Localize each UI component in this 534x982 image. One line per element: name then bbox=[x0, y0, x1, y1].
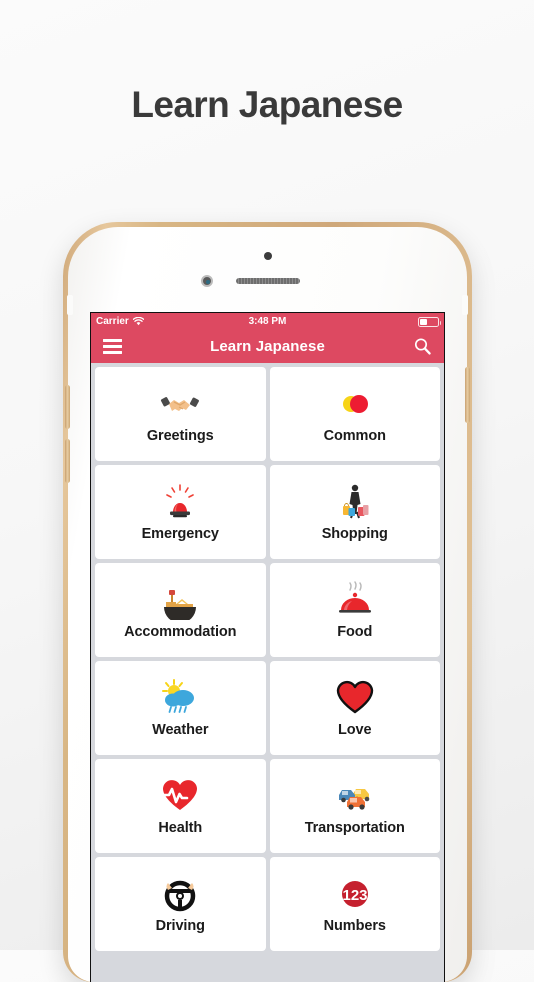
battery-icon bbox=[418, 316, 442, 327]
earpiece-speaker-icon bbox=[235, 278, 300, 284]
shopping-bags-icon bbox=[335, 482, 375, 522]
heart-pulse-icon bbox=[160, 776, 200, 816]
app-nav-bar: Learn Japanese bbox=[91, 330, 444, 363]
antenna-band-left bbox=[67, 295, 73, 315]
category-label: Transportation bbox=[304, 820, 405, 836]
category-label: Food bbox=[337, 624, 373, 640]
category-label: Weather bbox=[152, 722, 209, 738]
category-card-numbers[interactable]: 123 Numbers bbox=[269, 857, 440, 951]
category-label: Driving bbox=[155, 918, 205, 934]
phone-device: Carrier 3:48 PM Learn Japanese Greetings… bbox=[63, 222, 472, 982]
category-label: Love bbox=[338, 722, 372, 738]
category-label: Greetings bbox=[146, 428, 214, 444]
antenna-band-right bbox=[462, 295, 468, 315]
category-card-shopping[interactable]: Shopping bbox=[269, 465, 440, 559]
category-grid: Greetings Common Emergency Shopping Accommod… bbox=[91, 363, 444, 951]
category-label: Health bbox=[158, 820, 203, 836]
category-label: Shopping bbox=[321, 526, 388, 542]
hamburger-menu-icon[interactable] bbox=[103, 339, 122, 354]
category-card-greetings[interactable]: Greetings bbox=[95, 367, 266, 461]
phone-body: Carrier 3:48 PM Learn Japanese Greetings… bbox=[65, 227, 470, 982]
handshake-icon bbox=[160, 384, 200, 424]
app-title: Learn Japanese bbox=[210, 338, 325, 355]
page-title: Learn Japanese bbox=[131, 84, 403, 125]
phone-screen: Carrier 3:48 PM Learn Japanese Greetings… bbox=[90, 312, 445, 982]
svg-text:123: 123 bbox=[342, 887, 367, 904]
bed-icon bbox=[160, 580, 200, 620]
category-card-food[interactable]: Food bbox=[269, 563, 440, 657]
category-card-driving[interactable]: Driving bbox=[95, 857, 266, 951]
proximity-sensor-icon bbox=[201, 275, 213, 287]
siren-icon bbox=[160, 482, 200, 522]
category-label: Emergency bbox=[141, 526, 219, 542]
battery-level bbox=[420, 318, 427, 325]
status-bar: Carrier 3:48 PM bbox=[91, 313, 444, 330]
status-time: 3:48 PM bbox=[248, 316, 287, 327]
category-card-weather[interactable]: Weather bbox=[95, 661, 266, 755]
volume-up-button[interactable] bbox=[65, 385, 70, 429]
chat-bubbles-icon bbox=[335, 384, 375, 424]
category-card-love[interactable]: Love bbox=[269, 661, 440, 755]
category-label: Numbers bbox=[323, 918, 386, 934]
front-camera-icon bbox=[263, 252, 272, 260]
numbers-123-icon: 123 bbox=[335, 874, 375, 914]
search-icon[interactable] bbox=[413, 337, 432, 356]
status-battery bbox=[418, 316, 442, 327]
sun-behind-rain-cloud-icon bbox=[160, 678, 200, 718]
power-button[interactable] bbox=[465, 367, 470, 423]
category-label: Accommodation bbox=[124, 624, 237, 640]
heart-icon bbox=[335, 678, 375, 718]
cars-icon bbox=[335, 776, 375, 816]
category-card-common[interactable]: Common bbox=[269, 367, 440, 461]
category-card-accommodation[interactable]: Accommodation bbox=[95, 563, 266, 657]
steering-wheel-icon bbox=[160, 874, 200, 914]
volume-down-button[interactable] bbox=[65, 439, 70, 483]
food-cloche-icon bbox=[335, 580, 375, 620]
category-label: Common bbox=[323, 428, 386, 444]
category-card-emergency[interactable]: Emergency bbox=[95, 465, 266, 559]
category-card-transportation[interactable]: Transportation bbox=[269, 759, 440, 853]
category-card-health[interactable]: Health bbox=[95, 759, 266, 853]
